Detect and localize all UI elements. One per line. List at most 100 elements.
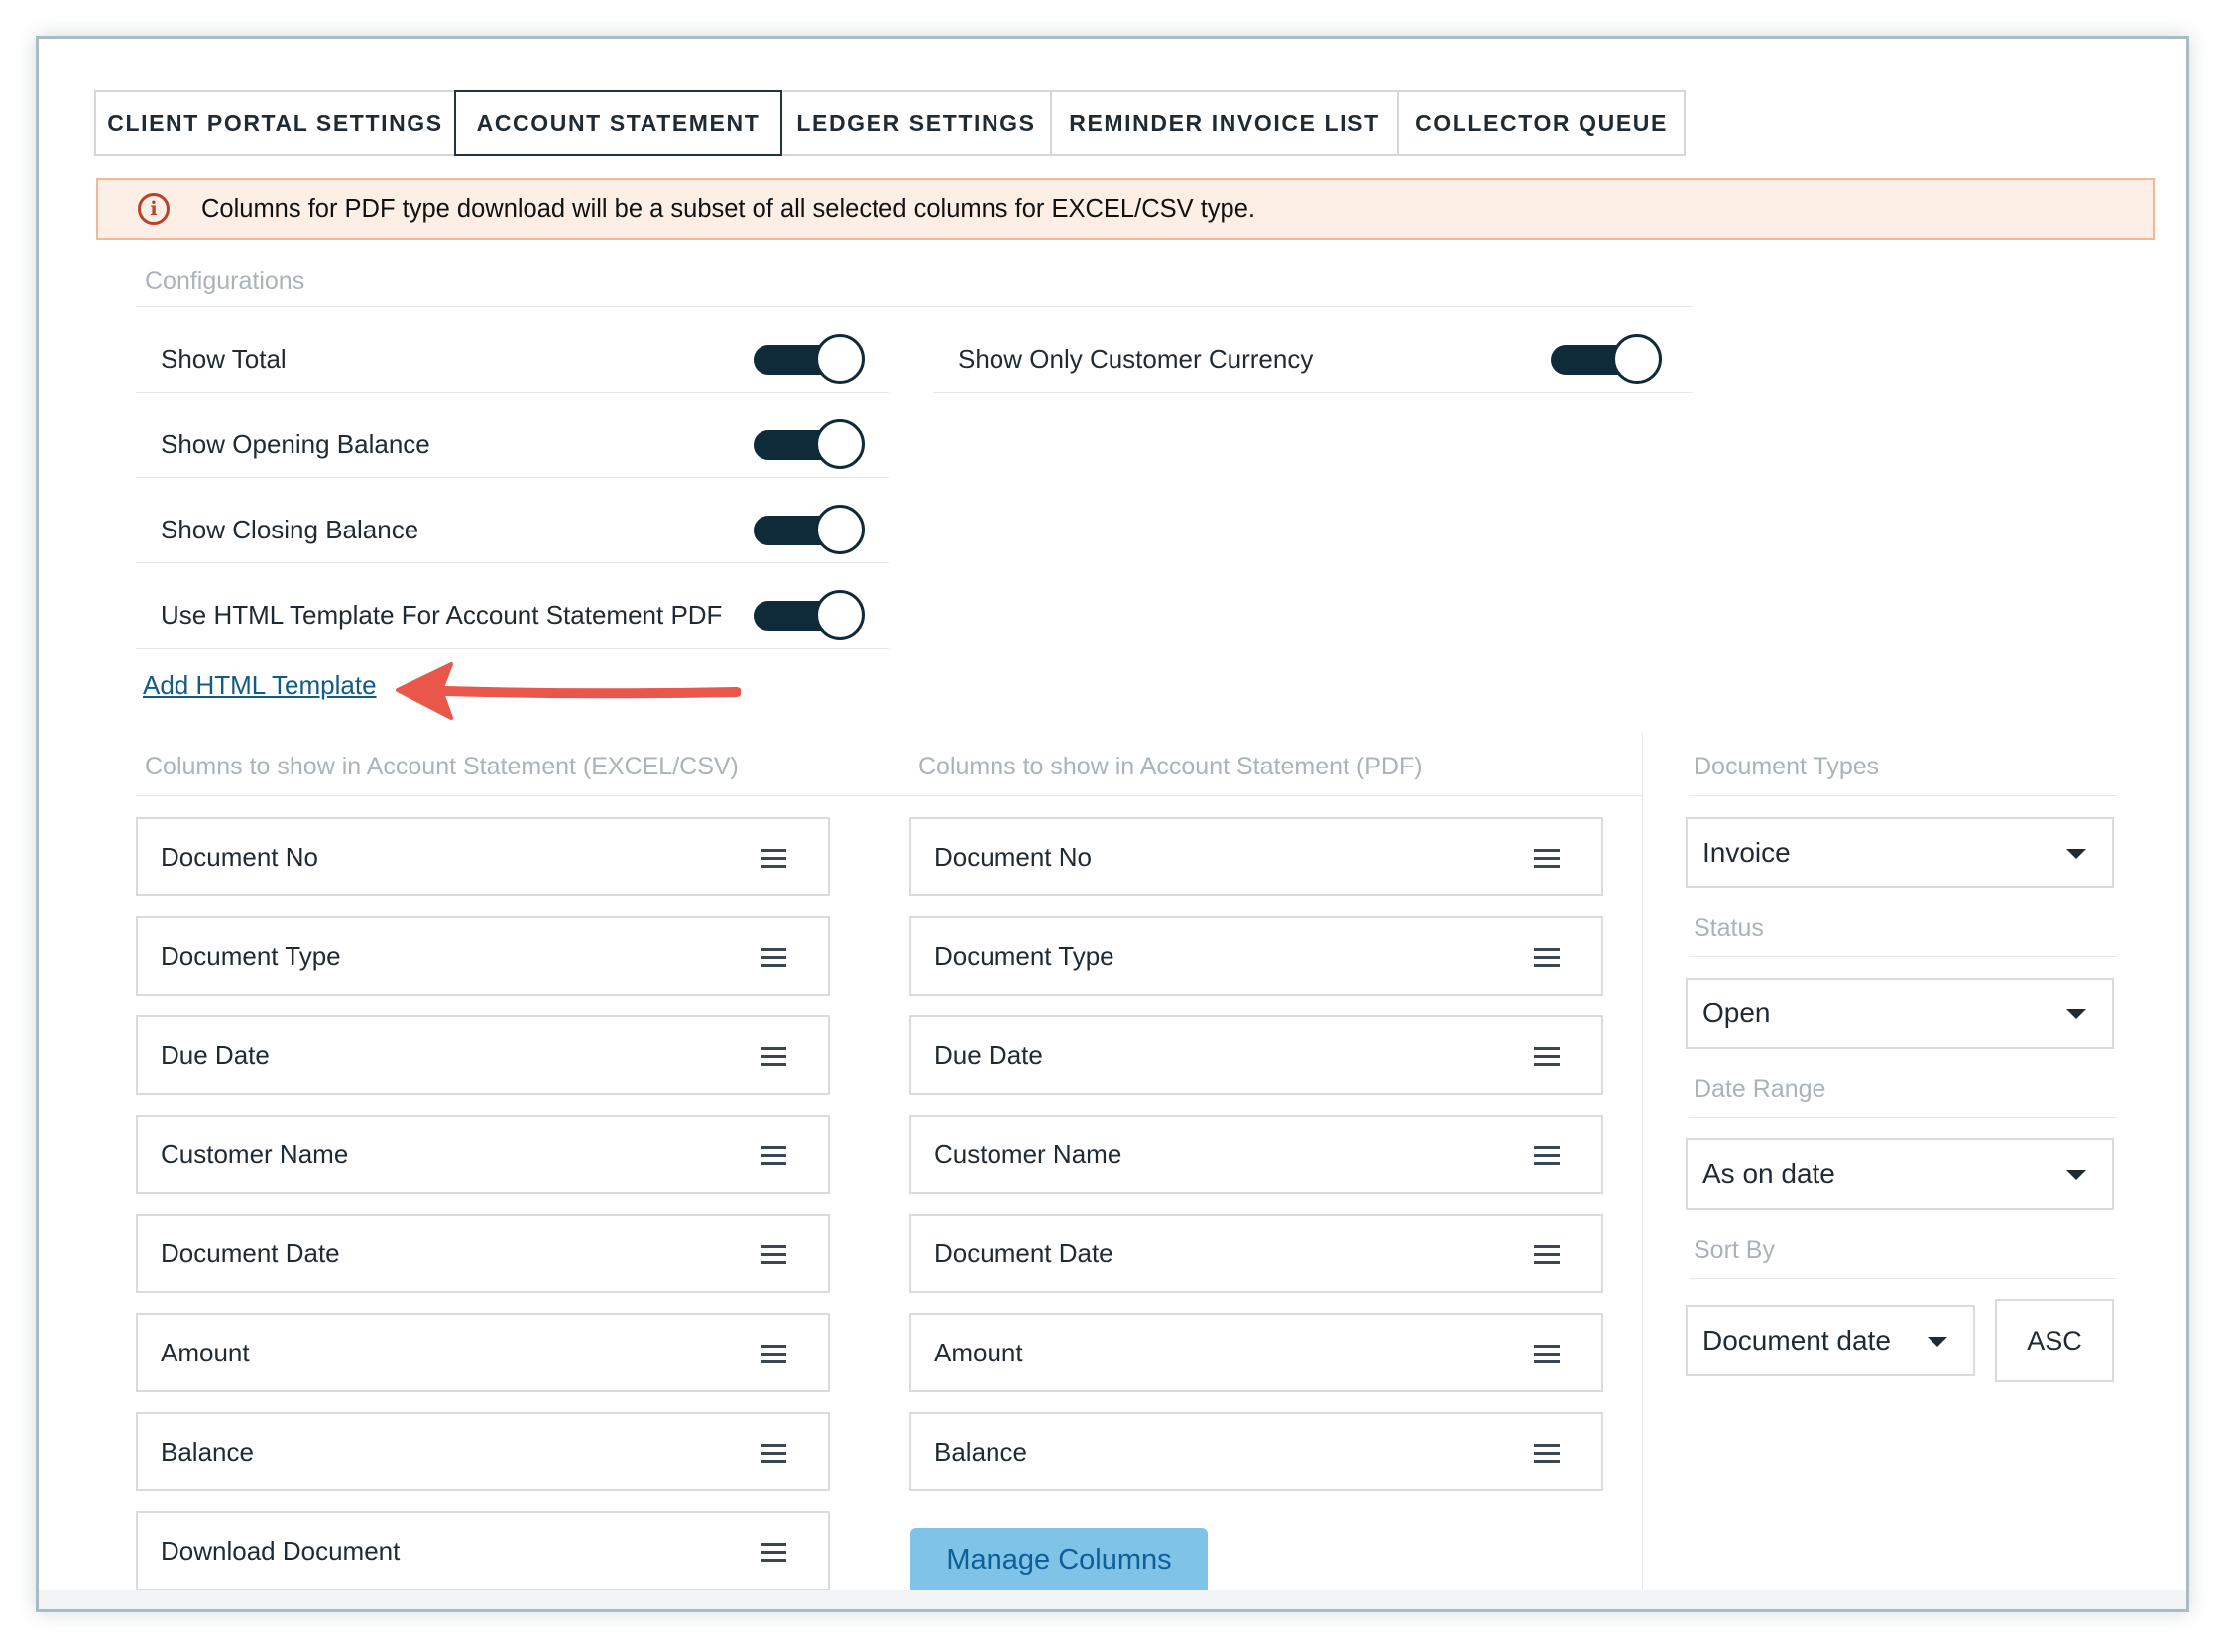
excel-column-item[interactable]: Download Document: [136, 1511, 830, 1591]
column-label: Document No: [161, 841, 318, 872]
pdf-column-item[interactable]: Document Type: [909, 916, 1603, 996]
divider: [1642, 733, 1643, 1595]
divider: [1689, 795, 2117, 796]
excel-column-item[interactable]: Balance: [136, 1412, 830, 1491]
pdf-column-item[interactable]: Customer Name: [909, 1115, 1603, 1194]
column-label: Due Date: [934, 1039, 1043, 1070]
toggle-label: Use HTML Template For Account Statement …: [161, 599, 723, 630]
info-icon: i: [138, 193, 170, 225]
pdf-column-item[interactable]: Document Date: [909, 1214, 1603, 1293]
info-alert: i Columns for PDF type download will be …: [96, 178, 2155, 240]
sort-order-button[interactable]: ASC: [1995, 1299, 2114, 1382]
status-select[interactable]: Open: [1686, 978, 2114, 1049]
pdf-column-item[interactable]: Amount: [909, 1313, 1603, 1392]
column-label: Document Date: [161, 1238, 340, 1268]
select-value: Document date: [1702, 1325, 1891, 1356]
drag-handle-icon[interactable]: [761, 948, 786, 968]
drag-handle-icon[interactable]: [761, 1444, 786, 1464]
column-label: Download Document: [161, 1535, 401, 1566]
divider: [1689, 1117, 2117, 1118]
settings-panel: CLIENT PORTAL SETTINGS ACCOUNT STATEMENT…: [36, 36, 2189, 1612]
divider: [136, 648, 889, 649]
column-label: Document Type: [161, 940, 341, 971]
toggle-row-show-only-customer-currency: Show Only Customer Currency: [958, 330, 1313, 388]
drag-handle-icon[interactable]: [761, 849, 786, 869]
excel-column-item[interactable]: Document Date: [136, 1214, 830, 1293]
pdf-column-item[interactable]: Document No: [909, 817, 1603, 896]
drag-handle-icon[interactable]: [1534, 948, 1560, 968]
show-closing-balance-toggle[interactable]: [754, 501, 869, 558]
excel-column-item[interactable]: Due Date: [136, 1015, 830, 1095]
drag-handle-icon[interactable]: [1534, 849, 1560, 869]
excel-column-item[interactable]: Amount: [136, 1313, 830, 1392]
tab-ledger-settings[interactable]: LEDGER SETTINGS: [780, 90, 1052, 156]
excel-column-item[interactable]: Customer Name: [136, 1115, 830, 1194]
toggle-label: Show Opening Balance: [161, 428, 430, 459]
drag-handle-icon[interactable]: [1534, 1245, 1560, 1265]
divider: [136, 477, 889, 478]
date-range-select[interactable]: As on date: [1686, 1138, 2114, 1210]
toggle-label: Show Total: [161, 343, 287, 374]
add-html-template-link[interactable]: Add HTML Template: [143, 670, 377, 701]
drag-handle-icon[interactable]: [1534, 1146, 1560, 1166]
toggle-row-use-html-template: Use HTML Template For Account Statement …: [161, 586, 722, 644]
drag-handle-icon[interactable]: [1534, 1345, 1560, 1364]
use-html-template-toggle[interactable]: [754, 586, 869, 644]
caret-down-icon: [2066, 1009, 2086, 1019]
caret-down-icon: [2066, 849, 2086, 859]
drag-handle-icon[interactable]: [1534, 1047, 1560, 1067]
sort-by-select[interactable]: Document date: [1686, 1305, 1975, 1376]
column-label: Balance: [934, 1436, 1027, 1467]
toggle-label: Show Only Customer Currency: [958, 343, 1314, 374]
drag-handle-icon[interactable]: [761, 1345, 786, 1364]
select-value: Open: [1702, 998, 1771, 1028]
pdf-columns-heading: Columns to show in Account Statement (PD…: [918, 753, 1423, 780]
configurations-heading: Configurations: [145, 267, 305, 295]
show-opening-balance-toggle[interactable]: [754, 415, 869, 473]
column-label: Amount: [934, 1337, 1023, 1367]
sort-by-label: Sort By: [1694, 1237, 1775, 1264]
column-label: Balance: [161, 1436, 254, 1467]
annotation-arrow-icon: [396, 662, 741, 720]
status-label: Status: [1694, 914, 1764, 942]
bottom-strip: [39, 1590, 2186, 1609]
show-total-toggle[interactable]: [754, 330, 869, 388]
pdf-column-item[interactable]: Due Date: [909, 1015, 1603, 1095]
column-label: Due Date: [161, 1039, 270, 1070]
drag-handle-icon[interactable]: [761, 1146, 786, 1166]
divider: [136, 306, 1693, 307]
select-value: Invoice: [1702, 837, 1791, 868]
drag-handle-icon[interactable]: [1534, 1444, 1560, 1464]
excel-column-item[interactable]: Document Type: [136, 916, 830, 996]
document-types-label: Document Types: [1694, 753, 1880, 780]
tab-client-portal-settings[interactable]: CLIENT PORTAL SETTINGS: [94, 90, 456, 156]
caret-down-icon: [2066, 1170, 2086, 1180]
tab-collector-queue[interactable]: COLLECTOR QUEUE: [1397, 90, 1686, 156]
caret-down-icon: [1928, 1337, 1947, 1347]
date-range-label: Date Range: [1694, 1075, 1826, 1103]
drag-handle-icon[interactable]: [761, 1245, 786, 1265]
divider: [1689, 1278, 2117, 1279]
column-label: Amount: [161, 1337, 250, 1367]
column-label: Document Type: [934, 940, 1114, 971]
select-value: As on date: [1702, 1158, 1835, 1189]
manage-columns-button[interactable]: Manage Columns: [910, 1528, 1208, 1593]
excel-columns-heading: Columns to show in Account Statement (EX…: [145, 753, 739, 780]
show-only-customer-currency-toggle[interactable]: [1551, 330, 1666, 388]
tab-account-statement[interactable]: ACCOUNT STATEMENT: [454, 90, 782, 156]
column-label: Customer Name: [934, 1138, 1122, 1169]
divider: [1689, 956, 2117, 957]
excel-column-item[interactable]: Document No: [136, 817, 830, 896]
pdf-column-item[interactable]: Balance: [909, 1412, 1603, 1491]
divider: [136, 392, 889, 393]
alert-message: Columns for PDF type download will be a …: [201, 194, 1255, 223]
column-label: Document Date: [934, 1238, 1113, 1268]
drag-handle-icon[interactable]: [761, 1543, 786, 1563]
toggle-row-show-total: Show Total: [161, 330, 287, 388]
toggle-row-show-closing-balance: Show Closing Balance: [161, 501, 418, 558]
tab-reminder-invoice-list[interactable]: REMINDER INVOICE LIST: [1050, 90, 1399, 156]
document-types-select[interactable]: Invoice: [1686, 817, 2114, 888]
column-label: Document No: [934, 841, 1092, 872]
drag-handle-icon[interactable]: [761, 1047, 786, 1067]
toggle-row-show-opening-balance: Show Opening Balance: [161, 415, 430, 473]
